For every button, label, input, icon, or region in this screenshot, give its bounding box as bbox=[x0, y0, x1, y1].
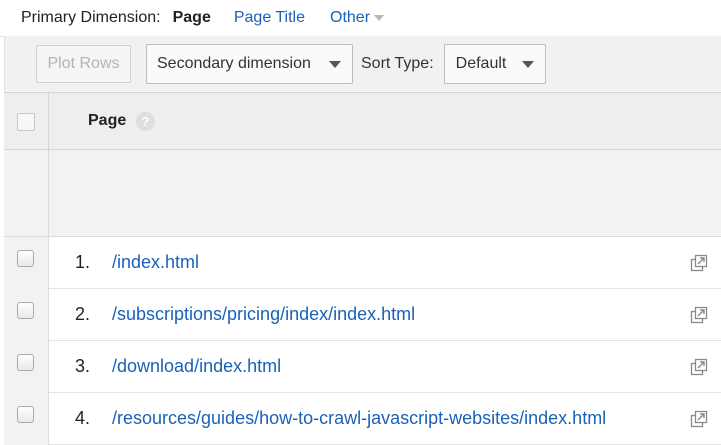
primary-dimension-other-label: Other bbox=[330, 9, 371, 26]
column-header-page[interactable]: Page bbox=[88, 112, 126, 130]
row-checkbox[interactable] bbox=[17, 302, 34, 319]
row-page-link[interactable]: /download/index.html bbox=[112, 356, 281, 377]
sort-type-label: Sort Type: bbox=[361, 55, 434, 72]
primary-dimension-other-dropdown[interactable]: Other bbox=[330, 9, 385, 27]
summary-row-left-cell bbox=[4, 150, 49, 236]
row-page-link[interactable]: /subscriptions/pricing/index/index.html bbox=[112, 304, 415, 325]
row-checkbox-cell bbox=[4, 393, 49, 445]
row-page-link[interactable]: /index.html bbox=[112, 252, 199, 273]
table-row: 4. /resources/guides/how-to-crawl-javasc… bbox=[4, 393, 721, 445]
select-all-cell bbox=[4, 93, 49, 149]
open-in-new-window-icon[interactable] bbox=[689, 409, 709, 429]
row-checkbox-cell bbox=[4, 341, 49, 393]
chevron-down-icon bbox=[374, 15, 385, 21]
plot-rows-button[interactable]: Plot Rows bbox=[36, 45, 131, 83]
chevron-down-icon bbox=[521, 60, 534, 68]
row-checkbox-cell bbox=[4, 237, 49, 289]
secondary-dimension-select[interactable]: Secondary dimension bbox=[146, 44, 353, 84]
select-all-checkbox[interactable] bbox=[17, 113, 35, 131]
open-in-new-window-icon[interactable] bbox=[689, 357, 709, 377]
table-toolbar: Plot Rows Secondary dimension Sort Type:… bbox=[4, 36, 721, 92]
row-checkbox-cell bbox=[4, 289, 49, 341]
primary-dimension-bar: Primary Dimension: Page Page Title Other bbox=[0, 0, 721, 37]
help-icon[interactable]: ? bbox=[136, 112, 155, 131]
row-index: 3. bbox=[74, 356, 90, 376]
primary-dimension-page-active[interactable]: Page bbox=[173, 9, 211, 27]
row-page-link[interactable]: /resources/guides/how-to-crawl-javascrip… bbox=[112, 408, 606, 429]
open-in-new-window-icon[interactable] bbox=[689, 305, 709, 325]
row-index: 1. bbox=[74, 252, 90, 272]
row-index: 4. bbox=[74, 408, 90, 428]
sort-type-select[interactable]: Default bbox=[443, 44, 546, 84]
primary-dimension-page-title-link[interactable]: Page Title bbox=[234, 9, 305, 27]
table-row: 3. /download/index.html bbox=[4, 341, 721, 393]
open-in-new-window-icon[interactable] bbox=[689, 253, 709, 273]
table-row: 1. /index.html bbox=[4, 237, 721, 289]
summary-row bbox=[4, 150, 721, 237]
sort-type-value: Default bbox=[455, 55, 507, 72]
chevron-down-icon bbox=[329, 60, 341, 68]
row-checkbox[interactable] bbox=[17, 250, 34, 267]
row-checkbox[interactable] bbox=[17, 406, 34, 423]
primary-dimension-label: Primary Dimension: bbox=[21, 9, 161, 26]
table-header: Page ? bbox=[4, 92, 721, 150]
table-row: 2. /subscriptions/pricing/index/index.ht… bbox=[4, 289, 721, 341]
row-checkbox[interactable] bbox=[17, 354, 34, 371]
secondary-dimension-label: Secondary dimension bbox=[157, 55, 311, 72]
row-index: 2. bbox=[74, 304, 90, 324]
